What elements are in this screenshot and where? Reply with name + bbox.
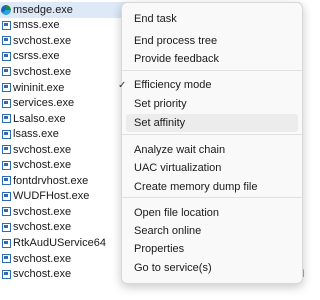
- process-icon: [2, 83, 11, 92]
- menu-item-label: Create memory dump file: [134, 181, 258, 193]
- menu-separator: [122, 134, 302, 135]
- process-name: smss.exe: [13, 19, 60, 32]
- menu-item-label: Efficiency mode: [134, 79, 212, 91]
- menu-item-label: UAC virtualization: [134, 162, 222, 174]
- menu-item-uac-virtualization[interactable]: UAC virtualization: [126, 159, 298, 177]
- menu-separator: [122, 197, 302, 198]
- process-name: svchost.exe: [13, 159, 72, 172]
- process-icon: [2, 145, 11, 155]
- check-icon: ✓: [118, 79, 127, 91]
- process-name: svchost.exe: [13, 221, 72, 234]
- process-name: svchost.exe: [13, 65, 72, 78]
- context-menu: End task End process tree Provide feedback…: [118, 2, 303, 284]
- menu-item-set-priority[interactable]: Set priority: [126, 95, 298, 113]
- process-name: RtkAudUService64: [13, 237, 106, 249]
- menu-item-open-file-location[interactable]: Open file location: [126, 204, 298, 222]
- menu-item-label: Set priority: [134, 98, 187, 110]
- process-icon: [2, 222, 11, 232]
- menu-item-search-online[interactable]: Search online: [126, 222, 298, 240]
- process-name: svchost.exe: [13, 268, 72, 281]
- menu-item-go-to-service-s[interactable]: Go to service(s): [126, 259, 298, 277]
- process-name: msedge.exe: [13, 3, 73, 16]
- menu-item-end-task[interactable]: End task: [126, 10, 298, 28]
- process-icon: [2, 67, 11, 77]
- menu-item-end-process-tree[interactable]: End process tree: [126, 32, 298, 50]
- process-icon: [2, 207, 11, 217]
- process-name: lsass.exe: [13, 128, 59, 141]
- process-icon: [2, 254, 11, 264]
- menu-item-efficiency-mode[interactable]: ✓ Efficiency mode: [118, 76, 298, 94]
- process-icon: [2, 20, 11, 30]
- menu-item-label: Properties: [134, 243, 185, 255]
- menu-item-provide-feedback[interactable]: Provide feedback: [126, 50, 298, 68]
- process-name: svchost.exe: [13, 252, 72, 265]
- process-name: svchost.exe: [13, 34, 72, 47]
- process-icon: [2, 160, 11, 170]
- process-name: svchost.exe: [13, 143, 72, 156]
- menu-item-set-affinity[interactable]: Set affinity: [126, 114, 298, 132]
- menu-item-label: Open file location: [134, 207, 219, 219]
- process-icon: [2, 269, 11, 279]
- menu-item-analyze-wait-chain[interactable]: Analyze wait chain: [126, 141, 298, 159]
- process-icon: [2, 238, 11, 248]
- process-name: wininit.exe: [13, 81, 65, 94]
- menu-item-label: Set affinity: [134, 117, 186, 129]
- process-icon: [2, 129, 11, 139]
- menu-separator: [122, 70, 302, 71]
- process-icon: [2, 36, 11, 46]
- menu-item-label: End task: [134, 13, 177, 25]
- process-icon: [2, 114, 11, 124]
- process-icon: [2, 98, 11, 108]
- process-icon: [2, 191, 11, 201]
- process-name: svchost.exe: [13, 205, 72, 218]
- process-name: services.exe: [13, 97, 75, 110]
- edge-icon: [1, 4, 11, 15]
- process-icon: [2, 51, 11, 61]
- menu-item-label: End process tree: [134, 35, 218, 47]
- process-name: WUDFHost.exe: [13, 190, 90, 203]
- menu-item-properties[interactable]: Properties: [126, 240, 298, 258]
- menu-item-label: Go to service(s): [134, 262, 212, 274]
- process-name: csrss.exe: [13, 50, 60, 63]
- menu-item-label: Provide feedback: [134, 53, 219, 65]
- menu-item-label: Search online: [134, 225, 202, 237]
- process-icon: [2, 176, 11, 186]
- menu-item-create-memory-dump-file[interactable]: Create memory dump file: [126, 178, 298, 196]
- process-name: fontdrvhost.exe: [13, 174, 89, 187]
- process-name: Lsalso.exe: [13, 112, 66, 125]
- menu-item-label: Analyze wait chain: [134, 144, 226, 156]
